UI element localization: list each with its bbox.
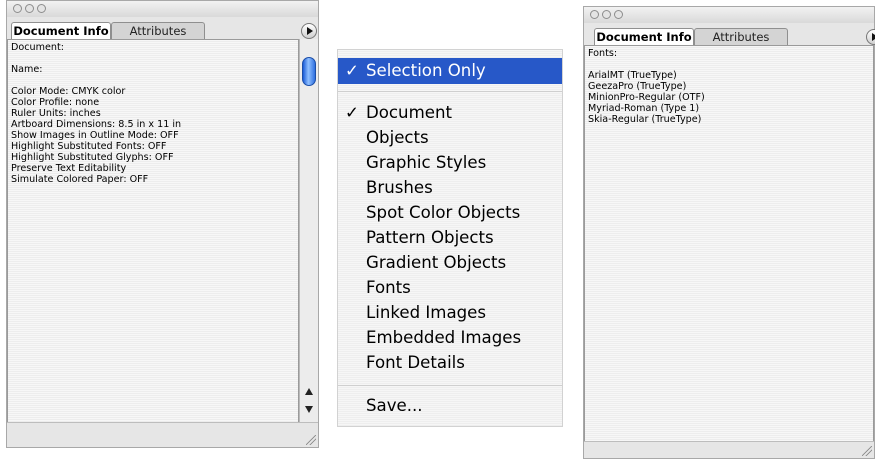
menu-separator: [338, 91, 562, 92]
info-line: Preserve Text Editability: [11, 163, 127, 174]
menu-item-embedded-images[interactable]: Embedded Images: [338, 325, 562, 351]
info-line: Color Profile: none: [11, 97, 100, 108]
document-info-panel-left: Document Info Attributes Document: Name:…: [6, 0, 319, 448]
menu-item-linked-images[interactable]: Linked Images: [338, 300, 562, 326]
menu-item-save[interactable]: Save...: [338, 393, 562, 419]
scroll-thumb[interactable]: [302, 57, 316, 86]
menu-item-font-details[interactable]: Font Details: [338, 350, 562, 376]
font-list-item: ArialMT (TrueType): [588, 70, 677, 81]
panel-footer: [7, 422, 318, 447]
tab-document-info[interactable]: Document Info: [594, 28, 694, 45]
tab-row: Document Info Attributes: [584, 23, 875, 45]
zoom-icon[interactable]: [614, 10, 623, 19]
info-line: Document:: [11, 42, 64, 53]
menu-item-document[interactable]: ✓ Document: [338, 100, 562, 126]
font-list-item: Myriad-Roman (Type 1): [588, 103, 700, 114]
panel-titlebar[interactable]: [584, 7, 874, 23]
scroll-down-arrow-icon[interactable]: [305, 406, 313, 413]
menu-item-fonts[interactable]: Fonts: [338, 275, 562, 301]
menu-item-spot-color-objects[interactable]: Spot Color Objects: [338, 200, 562, 226]
menu-item-graphic-styles[interactable]: Graphic Styles: [338, 150, 562, 176]
tab-attributes[interactable]: Attributes: [111, 22, 205, 39]
resize-grip-icon[interactable]: [306, 435, 316, 445]
menu-item-gradient-objects[interactable]: Gradient Objects: [338, 250, 562, 276]
checkmark-icon: ✓: [345, 61, 359, 80]
menu-item-brushes[interactable]: Brushes: [338, 175, 562, 201]
scroll-up-arrow-icon[interactable]: [305, 388, 313, 395]
info-line: Name:: [11, 64, 43, 75]
info-line: [585, 59, 873, 70]
info-line: [8, 53, 298, 64]
tab-document-info[interactable]: Document Info: [11, 22, 111, 39]
panel-menu-icon[interactable]: [301, 23, 317, 39]
close-icon[interactable]: [13, 4, 22, 13]
document-info-panel-right: Document Info Attributes Fonts: ArialMT …: [583, 6, 875, 459]
font-list-item: GeezaPro (TrueType): [588, 81, 687, 92]
font-list-item: Skia-Regular (TrueType): [588, 114, 702, 125]
panel-titlebar[interactable]: [7, 1, 318, 17]
menu-item-pattern-objects[interactable]: Pattern Objects: [338, 225, 562, 251]
vertical-scrollbar[interactable]: [299, 39, 318, 424]
info-line: Highlight Substituted Fonts: OFF: [11, 141, 167, 152]
panel-footer: [584, 441, 874, 458]
info-line: Fonts:: [588, 48, 618, 59]
menu-separator: [338, 385, 562, 386]
checkmark-icon: ✓: [345, 103, 359, 122]
info-line: Show Images in Outline Mode: OFF: [11, 130, 179, 141]
panel-options-menu: ✓ Selection Only ✓ Document Objects Grap…: [337, 49, 563, 427]
menu-item-objects[interactable]: Objects: [338, 125, 562, 151]
document-info-content: Document: Name: Color Mode: CMYK color C…: [7, 39, 299, 424]
panel-menu-icon[interactable]: [866, 29, 875, 45]
tab-row: Document Info Attributes: [7, 17, 318, 39]
close-icon[interactable]: [590, 10, 599, 19]
tab-attributes[interactable]: Attributes: [694, 28, 788, 45]
info-line: Color Mode: CMYK color: [11, 86, 126, 97]
minimize-icon[interactable]: [25, 4, 34, 13]
info-line: Simulate Colored Paper: OFF: [11, 174, 149, 185]
zoom-icon[interactable]: [37, 4, 46, 13]
minimize-icon[interactable]: [602, 10, 611, 19]
info-line: Artboard Dimensions: 8.5 in x 11 in: [11, 119, 182, 130]
info-line: [8, 75, 298, 86]
resize-grip-icon[interactable]: [862, 446, 872, 456]
info-line: Ruler Units: inches: [11, 108, 101, 119]
info-line: Highlight Substituted Glyphs: OFF: [11, 152, 174, 163]
menu-item-selection-only[interactable]: ✓ Selection Only: [338, 58, 562, 84]
font-list-item: MinionPro-Regular (OTF): [588, 92, 705, 103]
fonts-content: Fonts: ArialMT (TrueType) GeezaPro (True…: [584, 45, 874, 442]
